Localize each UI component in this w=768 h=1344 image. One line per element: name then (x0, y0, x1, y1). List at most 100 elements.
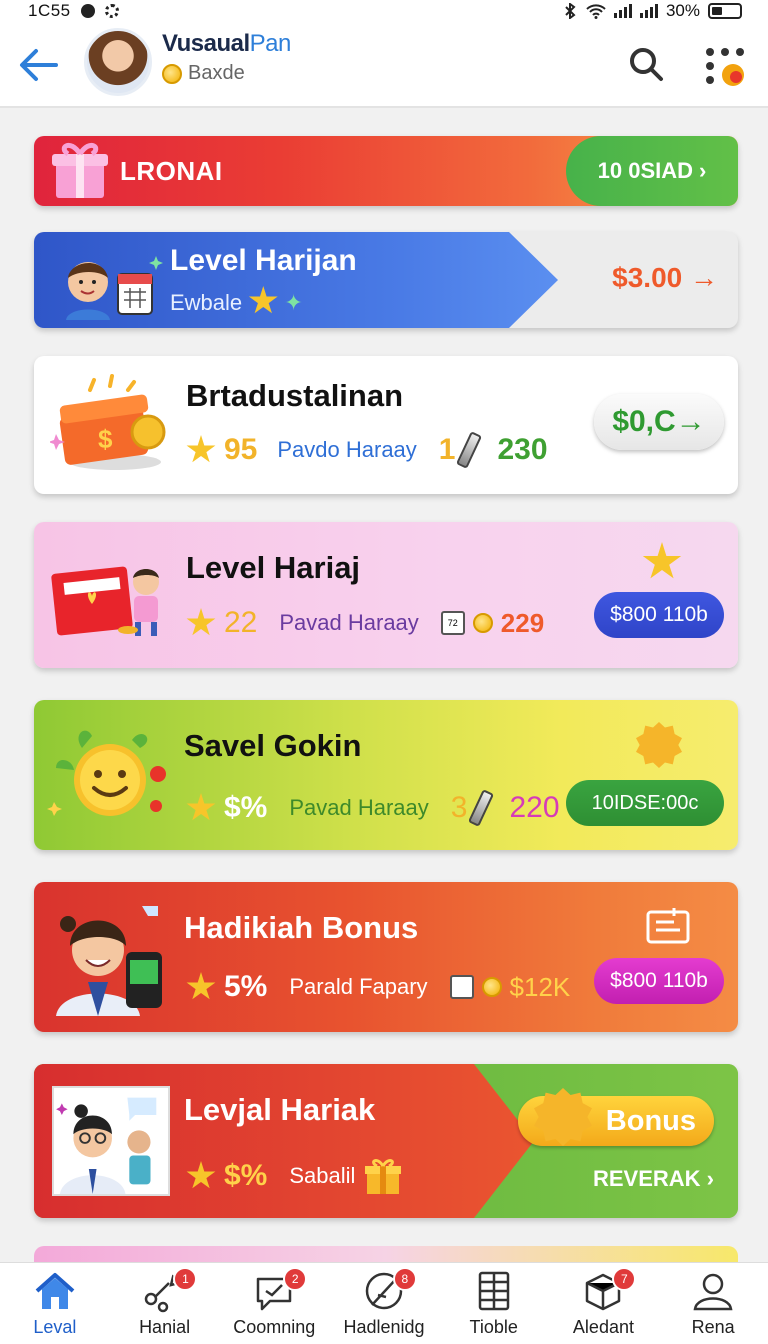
card-meta-row: 5% Parald Fapary $12K (186, 970, 570, 1004)
status-bar: 1C55 30% (0, 0, 768, 22)
bluetooth-icon (565, 3, 576, 19)
card-meta-row: $% Sabalil (186, 1156, 403, 1196)
star-icon (248, 286, 278, 314)
ticket-icon (646, 908, 690, 944)
coin-icon (472, 613, 493, 633)
gift-icon (365, 1159, 402, 1194)
meta-text: Pavad Haraay (279, 610, 419, 635)
star-icon (642, 542, 682, 579)
nav-item-coomning[interactable]: 2 Coomning (219, 1263, 329, 1344)
card-title: Hadikiah Bonus (184, 910, 419, 945)
status-time: 1C55 (28, 1, 71, 20)
meta-text: Pavdo Haraay (277, 437, 417, 462)
calendar-icon: 72 (440, 611, 465, 635)
meta-value: 230 (497, 433, 548, 466)
nav-label: Aledant (572, 1317, 634, 1337)
svg-text:$: $ (98, 424, 113, 454)
bottom-nav: Leval 1 Hanial 2 Coomning 8 Hadlenidg Ti… (0, 1262, 768, 1344)
star-count: $% (224, 1159, 268, 1192)
battery-percent: 30% (665, 1, 700, 20)
meta-value: $12K (509, 971, 571, 1002)
avatar[interactable] (84, 28, 152, 96)
user-icon (693, 1273, 733, 1311)
notification-badge: 7 (612, 1267, 637, 1291)
tool-icon (456, 431, 483, 469)
nav-item-rena[interactable]: Rena (658, 1263, 768, 1344)
back-arrow-icon[interactable] (16, 42, 62, 88)
nav-label: Leval (33, 1317, 77, 1337)
notification-icon (80, 4, 95, 18)
star-count: 95 (224, 433, 258, 466)
card-title: Level Hariaj (186, 550, 361, 585)
reward-action-button[interactable]: $0,C → (594, 394, 724, 450)
nav-label: Hadlenidg (343, 1317, 425, 1337)
star-count: 5% (224, 970, 268, 1003)
nav-item-tioble[interactable]: Tioble (439, 1263, 549, 1344)
price-button[interactable]: $800 110b (594, 592, 724, 638)
home-icon (35, 1273, 75, 1309)
level-card[interactable]: Level Harijan Ewbale ✦ $3.00 → (34, 232, 738, 328)
battery-icon (708, 3, 742, 19)
card-price-button[interactable]: $3.00 → (612, 262, 718, 294)
level-hariaj-card[interactable]: Level Hariaj 22 Pavad Haraay 72 229 $800… (34, 522, 738, 668)
nav-item-aledant[interactable]: 7 Aledant (549, 1263, 659, 1344)
card-title: Savel Gokin (184, 728, 362, 763)
profile-name: VusaualPan (162, 30, 291, 57)
savel-gokin-card[interactable]: Savel Gokin $% Pavad Haraay 3 220 10IDSE… (34, 700, 738, 850)
notification-badge: 2 (283, 1267, 308, 1291)
character-illustration (66, 256, 163, 320)
star-icon (186, 435, 216, 463)
timer-button[interactable]: 10IDSE:00c (566, 780, 724, 826)
meta-value: 220 (509, 791, 560, 824)
meta-text: Pavad Haraay (289, 795, 429, 820)
star-icon (186, 972, 216, 1000)
notification-badge: 1 (173, 1267, 198, 1291)
hadikiah-bonus-card[interactable]: Hadikiah Bonus 5% Parald Fapary $12K $80… (34, 882, 738, 1032)
person-with-phone-illustration (56, 906, 162, 1016)
nav-label: Coomning (233, 1317, 316, 1337)
star-icon (186, 1161, 216, 1189)
reverak-link[interactable]: REVERAK › (593, 1166, 714, 1192)
reward-card[interactable]: $ Brtadustalinan 95 Pavdo Haraay 1 230 $… (34, 356, 738, 494)
meta-number: 1 (438, 433, 456, 466)
signal-icon-2 (639, 4, 658, 18)
card-meta-row: 22 Pavad Haraay 72 229 (186, 606, 544, 640)
meta-value: 229 (500, 607, 545, 638)
levjal-hariak-card[interactable]: Levjal Hariak $% Sabalil Bonus REVERAK › (34, 1064, 738, 1218)
search-icon[interactable] (626, 44, 666, 84)
settings-gear-icon (104, 4, 119, 18)
nav-label: Rena (691, 1317, 735, 1337)
star-count: 22 (224, 606, 258, 639)
coin-icon (162, 63, 182, 84)
promo-banner-card[interactable]: LRONAI 10 0SIAD › (34, 136, 738, 206)
menu-dots-icon[interactable] (702, 44, 748, 88)
meta-text: Sabalil (289, 1163, 356, 1188)
tool-icon (468, 789, 495, 827)
smiley-sun-illustration (47, 730, 166, 816)
price-button[interactable]: $800 110b (594, 958, 724, 1004)
money-box-illustration: $ (50, 374, 166, 470)
nav-label: Hanial (139, 1317, 191, 1337)
star-count: $% (224, 791, 268, 824)
meta-text: Parald Fapary (289, 974, 428, 999)
card-meta-row: 95 Pavdo Haraay 1 230 (186, 431, 548, 469)
claim-button[interactable]: 10 0SIAD › (566, 136, 738, 206)
signal-icon (613, 4, 632, 18)
star-icon (186, 608, 216, 636)
card-title: Level Harijan (170, 244, 357, 277)
meta-number: 3 (450, 791, 468, 824)
grid-icon (478, 1271, 509, 1311)
coin-icon (481, 977, 502, 997)
nav-item-hadlenidg[interactable]: 8 Hadlenidg (329, 1263, 439, 1344)
app-header: VusaualPan Baxde (0, 22, 768, 108)
card-title: LRONAI (120, 156, 223, 186)
calendar-icon (449, 975, 474, 999)
two-people-illustration (52, 1086, 170, 1196)
card-subtitle: Ewbale ✦ (170, 286, 303, 316)
card-title: Levjal Hariak (184, 1092, 376, 1127)
wifi-icon (586, 4, 606, 19)
star-icon (186, 793, 216, 821)
nav-item-hanial[interactable]: 1 Hanial (110, 1263, 220, 1344)
nav-label: Tioble (469, 1317, 518, 1337)
nav-item-leval[interactable]: Leval (0, 1263, 110, 1344)
